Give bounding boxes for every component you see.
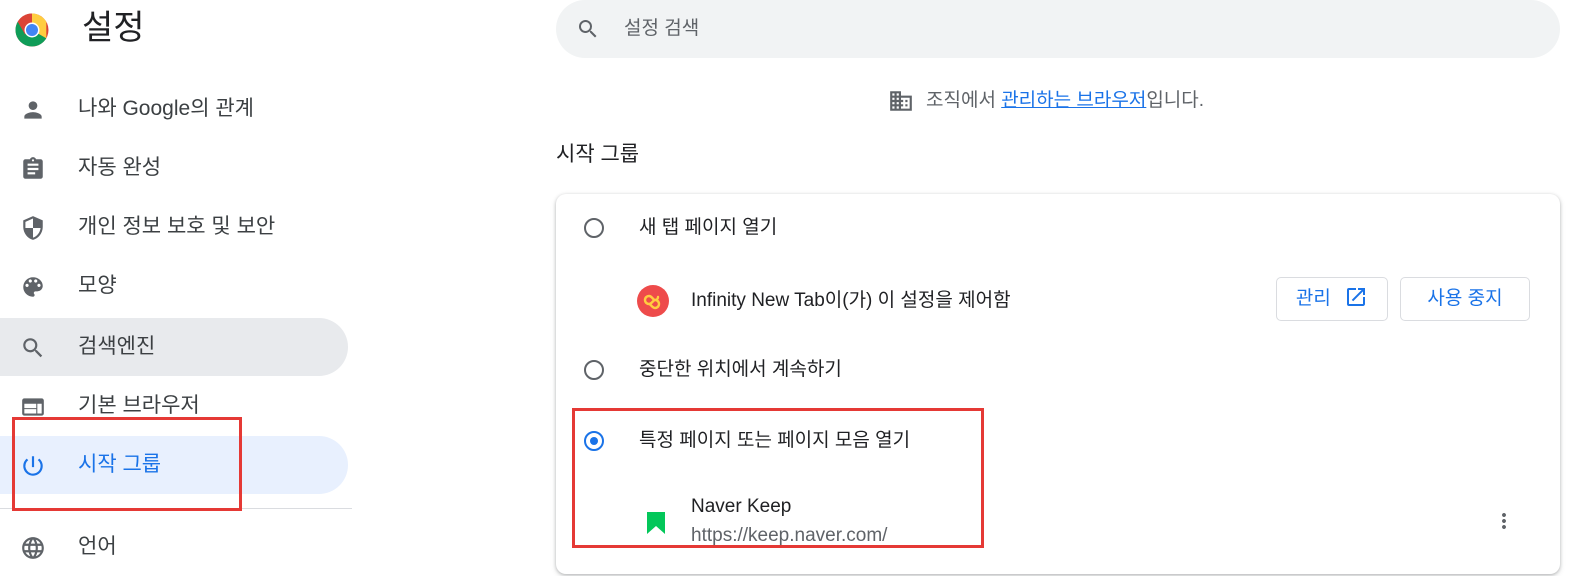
- sidebar-item-label: 모양: [78, 274, 117, 297]
- building-icon: [890, 91, 912, 111]
- radio-continue[interactable]: [584, 360, 604, 380]
- search-box[interactable]: 설정 검색: [556, 0, 1560, 58]
- search-icon: [579, 20, 597, 38]
- managed-browser-link[interactable]: 관리하는 브라우저: [1001, 90, 1146, 111]
- managed-browser-notice: 조직에서 관리하는 브라우저입니다.: [888, 88, 1204, 114]
- radio-new-tab[interactable]: [584, 218, 604, 238]
- highlight-box-content: [572, 408, 984, 548]
- sidebar-item-you-and-google[interactable]: 나와 Google의 관계: [0, 80, 348, 138]
- option-label-new-tab[interactable]: 새 탭 페이지 열기: [639, 215, 777, 241]
- search-input[interactable]: 설정 검색: [624, 17, 699, 41]
- infinity-icon: [643, 294, 661, 310]
- managed-text-prefix: 조직에서: [926, 90, 1002, 112]
- palette-icon: [23, 277, 43, 297]
- sidebar-item-label: 나와 Google의 관계: [78, 97, 254, 120]
- sidebar-item-label: 기본 브라우저: [78, 394, 200, 417]
- managed-text-suffix: 입니다.: [1146, 90, 1205, 112]
- manage-button-label: 관리: [1295, 288, 1331, 309]
- open-in-new-icon: [1347, 288, 1366, 306]
- disable-button[interactable]: 사용 중지: [1400, 277, 1530, 321]
- sidebar-item-privacy[interactable]: 개인 정보 보호 및 보안: [0, 198, 348, 256]
- page-title: 설정: [82, 9, 145, 47]
- clipboard-icon: [23, 157, 43, 179]
- sidebar-item-label: 자동 완성: [78, 156, 162, 179]
- sidebar-item-label: 검색엔진: [78, 335, 156, 358]
- option-label-continue[interactable]: 중단한 위치에서 계속하기: [639, 357, 842, 383]
- sidebar-item-search-engine[interactable]: 검색엔진: [0, 318, 348, 376]
- sidebar-item-label: 개인 정보 보호 및 보안: [78, 215, 276, 238]
- sidebar-item-label: 언어: [78, 535, 117, 558]
- search-icon: [23, 338, 43, 358]
- globe-icon: [22, 537, 44, 559]
- sidebar-item-appearance[interactable]: 모양: [0, 257, 348, 315]
- infinity-extension-icon: [637, 285, 669, 317]
- section-title: 시작 그룹: [556, 143, 640, 166]
- person-icon: [24, 101, 42, 119]
- sidebar-item-autofill[interactable]: 자동 완성: [0, 139, 348, 197]
- highlight-box-sidebar: [12, 417, 242, 511]
- manage-button[interactable]: 관리: [1276, 277, 1388, 321]
- shield-icon: [23, 216, 43, 240]
- sidebar-item-languages[interactable]: 언어: [0, 518, 348, 576]
- more-vert-icon[interactable]: [1492, 509, 1516, 533]
- extension-control-notice: Infinity New Tab이(가) 이 설정을 제어함: [691, 290, 1011, 311]
- chrome-logo-icon: [15, 13, 49, 47]
